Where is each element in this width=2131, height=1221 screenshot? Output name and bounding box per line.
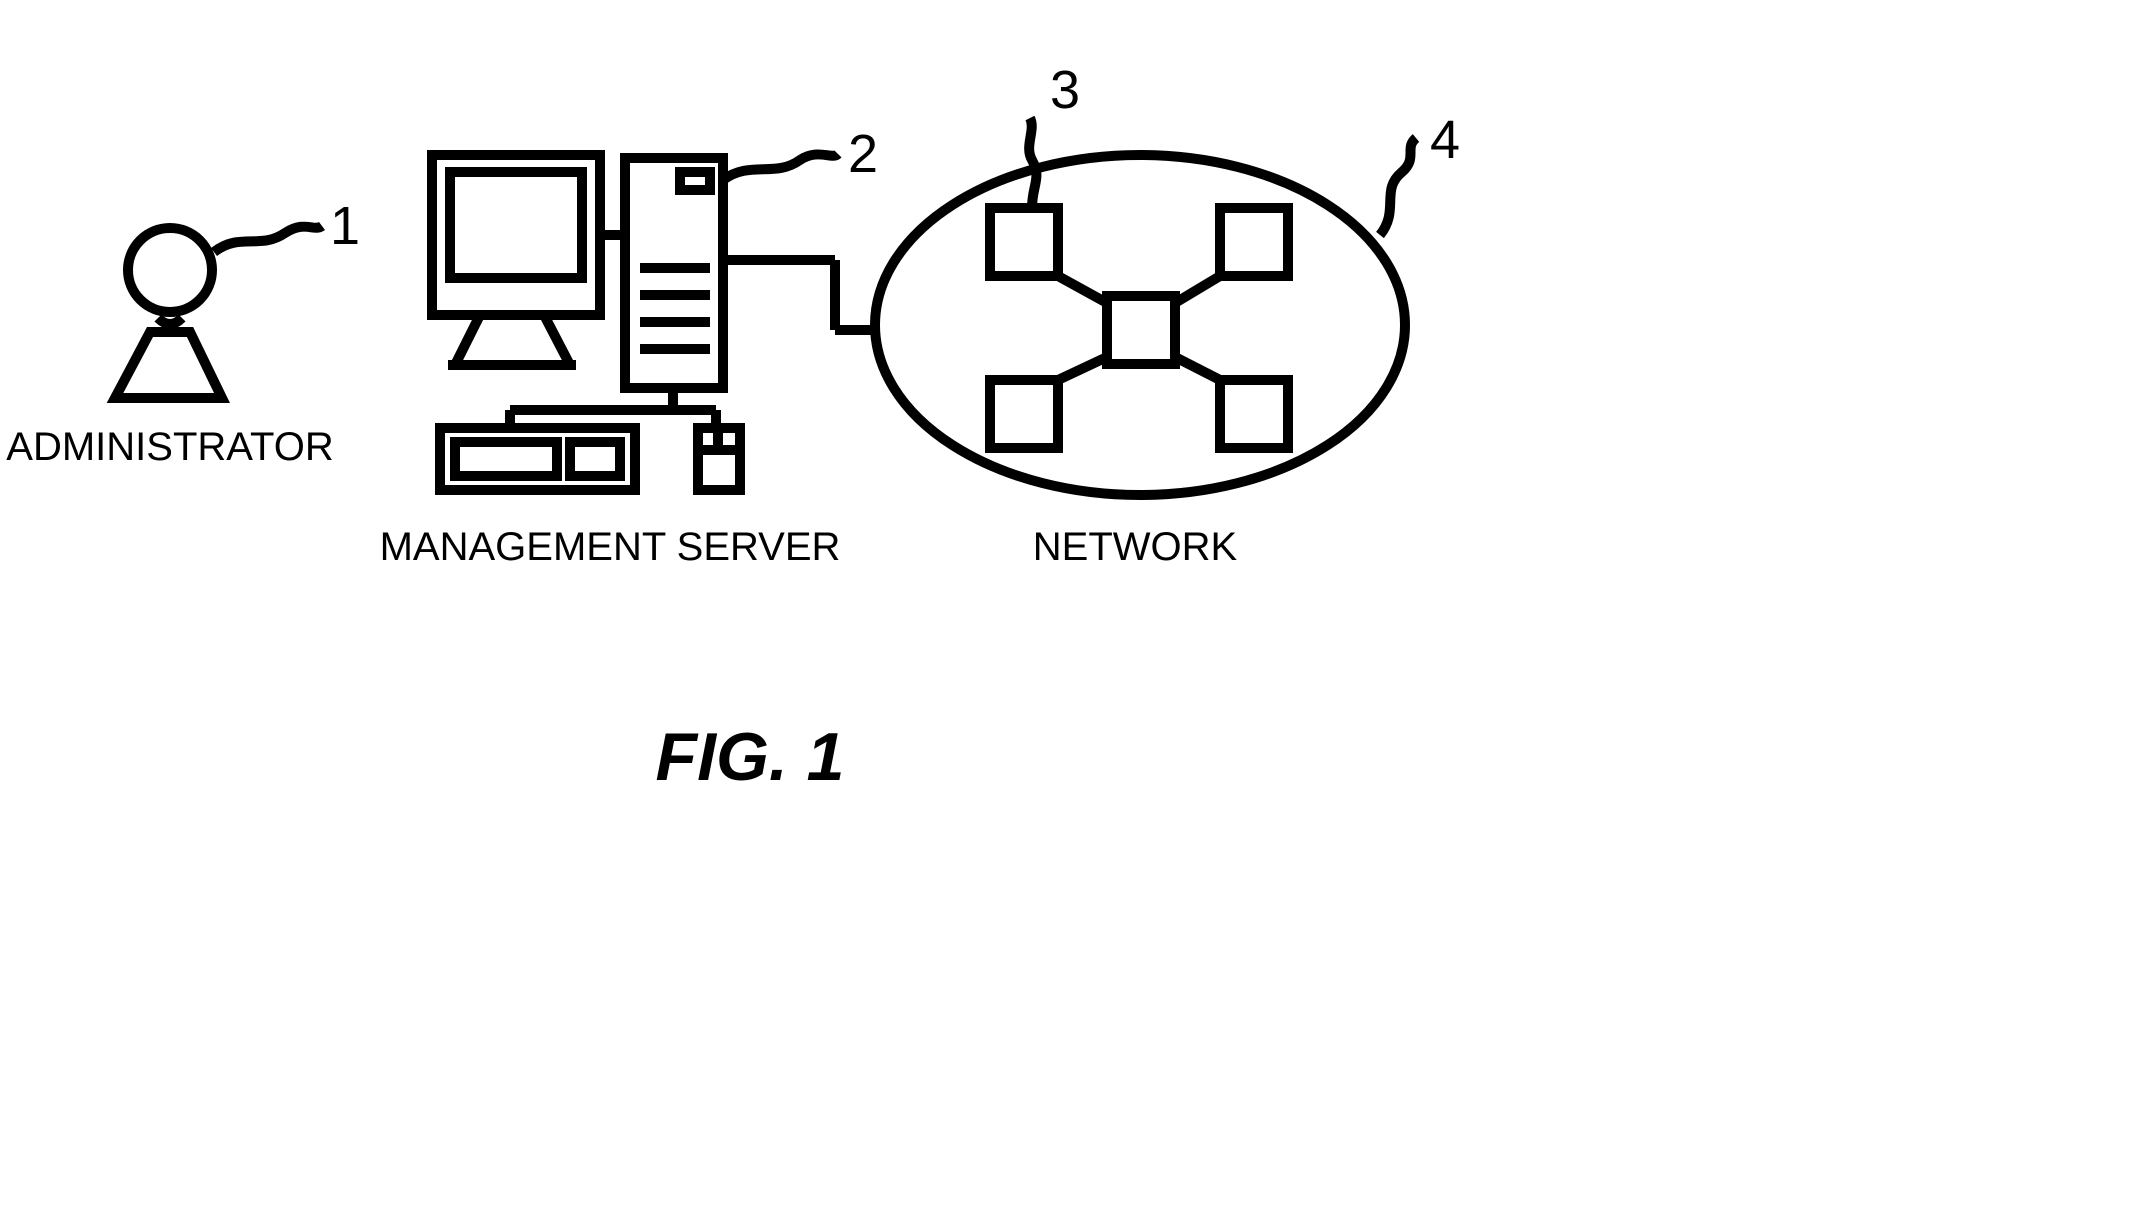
- management-server-icon: [432, 155, 740, 490]
- leader-4: [1380, 138, 1416, 235]
- network-cloud: [875, 155, 1405, 495]
- server-to-network-cable: [723, 260, 878, 330]
- monitor-bezel: [432, 155, 600, 315]
- network-node-bottom-right: [1220, 380, 1288, 448]
- leader-3: [1029, 118, 1036, 208]
- network-node-bottom-left: [990, 380, 1058, 448]
- refnum-3: 3: [1050, 60, 1080, 120]
- label-network: NETWORK: [1033, 525, 1238, 569]
- refnum-1: 1: [330, 196, 360, 256]
- label-administrator: ADMINISTRATOR: [6, 425, 333, 469]
- monitor-screen: [450, 172, 582, 278]
- network-hub-node: [1107, 296, 1175, 364]
- monitor-stand: [455, 315, 570, 365]
- administrator-icon: [115, 228, 222, 398]
- leader-1: [214, 226, 322, 252]
- refnum-4: 4: [1430, 110, 1460, 170]
- refnum-2: 2: [848, 124, 878, 184]
- leader-2: [723, 154, 838, 180]
- label-management-server: MANAGEMENT SERVER: [380, 525, 841, 569]
- figure-caption: FIG. 1: [656, 719, 845, 795]
- network-node-top-right: [1220, 208, 1288, 276]
- network-node-top-left: [990, 208, 1058, 276]
